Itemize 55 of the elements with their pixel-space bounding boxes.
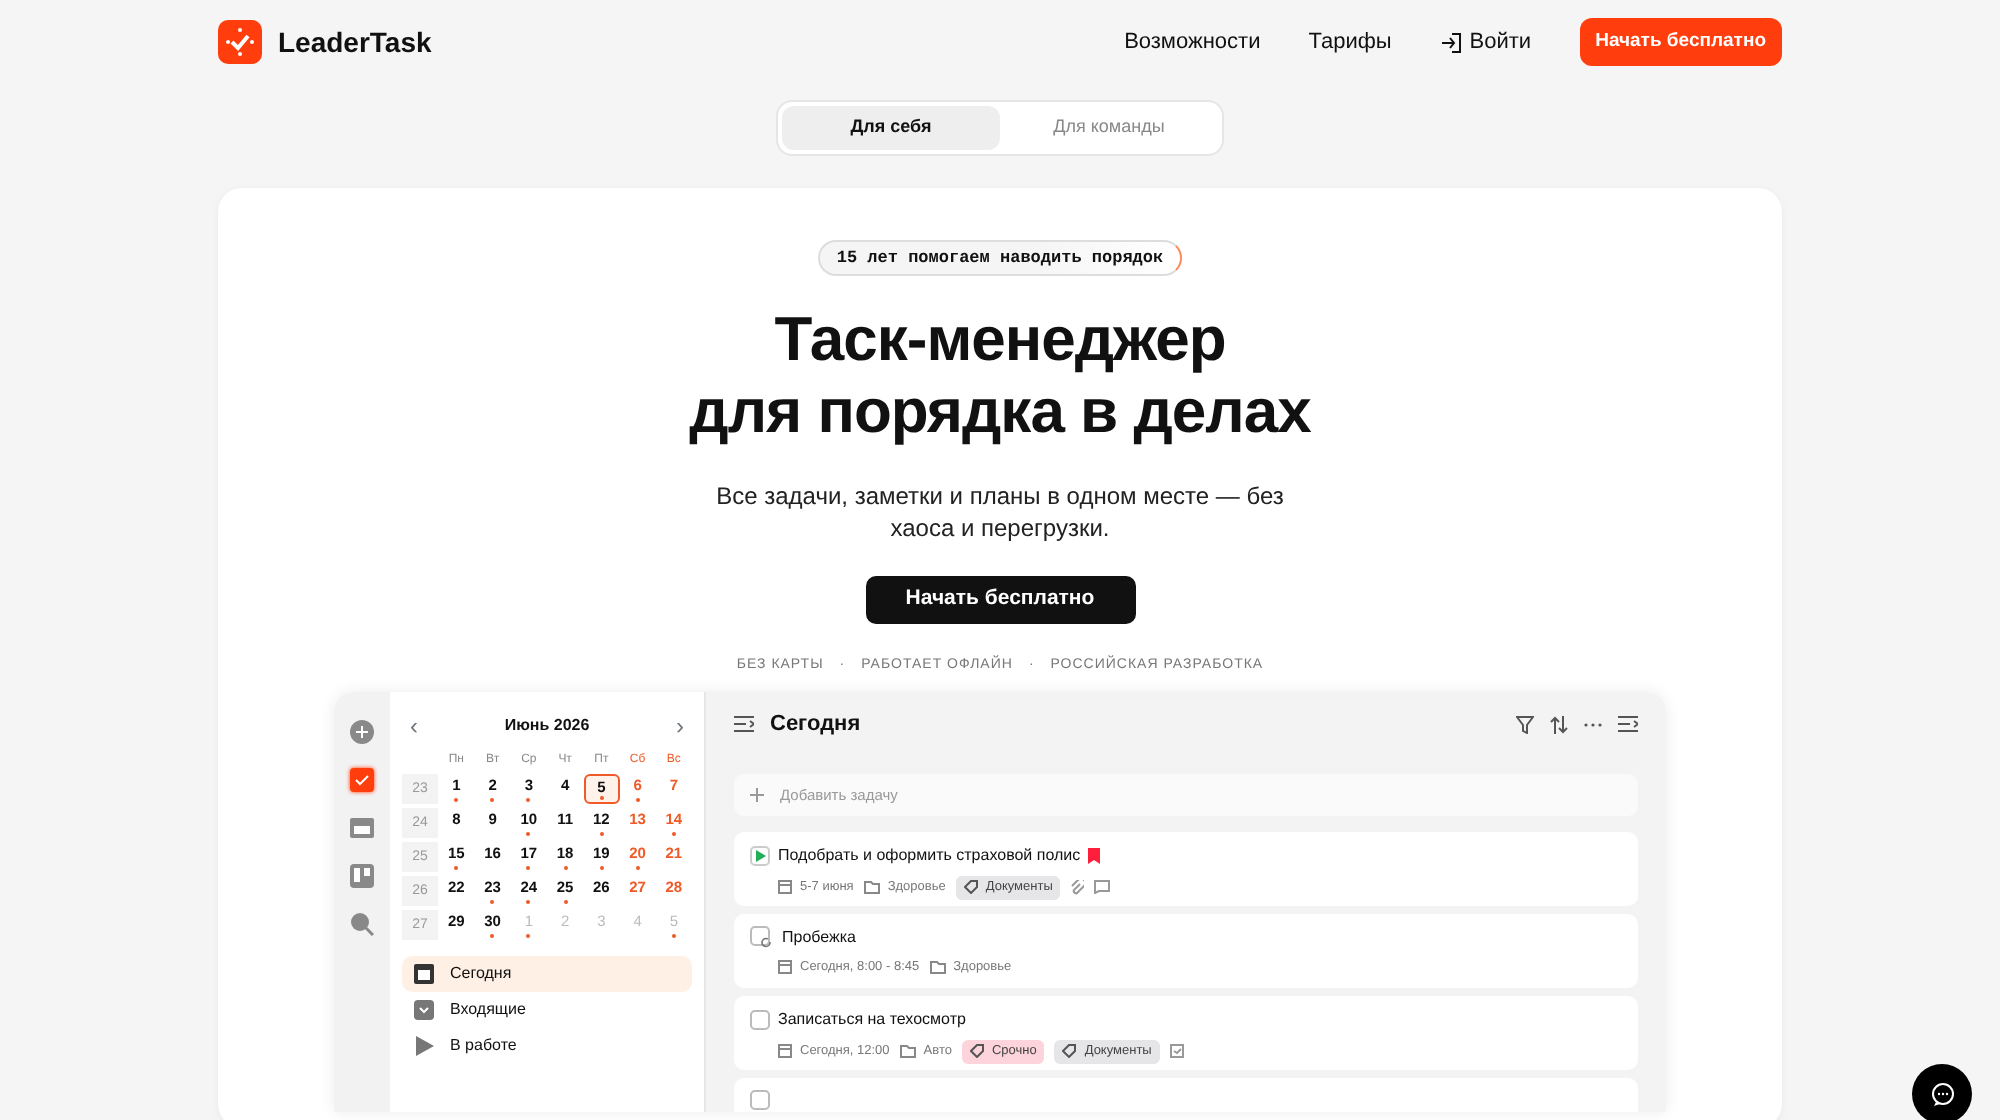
menu-item[interactable]: В работе [402,1028,692,1064]
brand-name: LeaderTask [278,23,432,61]
menu-item[interactable]: Входящие [402,992,692,1028]
logo-icon [218,20,262,64]
board-icon[interactable] [350,864,374,888]
menu-icon[interactable] [734,716,754,733]
plus-icon [750,787,764,802]
month-title: Июнь 2026 [504,714,590,738]
task-title: Подобрать и оформить страховой полис [778,843,1081,868]
start-button[interactable]: Начать бесплатно [1579,17,1782,67]
hero-title: Таск-менеджер [772,303,1228,375]
inbox-icon [414,1000,434,1020]
tag-icon [969,1044,984,1059]
start-button[interactable]: Начать бесплатно [865,575,1135,623]
nav-link[interactable]: Тарифы [1308,25,1392,59]
nav-link[interactable]: Возможности [1124,25,1261,59]
folder-icon [929,960,946,975]
checkbox-icon[interactable] [350,768,374,792]
menu-item[interactable]: Сегодня [402,956,692,992]
nav-link[interactable]: Войти [1439,25,1532,59]
subtask-icon [1169,1044,1184,1059]
prev-month-button[interactable]: ‹ [410,708,418,744]
play-icon[interactable] [750,845,770,866]
add-icon[interactable] [350,720,374,744]
repeat-checkbox-icon[interactable] [750,925,774,950]
hero-subtitle: Все задачи, заметки и планы в одном месте — без хаоса и перегрузки. [714,479,1286,543]
hero-title: для порядка в делах [689,375,1311,447]
task-title: Пробежка [782,925,856,950]
tagline-badge: 15 лет помогаем наводить порядок [818,239,1182,275]
menu-icon[interactable] [1618,716,1638,733]
tag-icon [1062,1044,1077,1059]
tag-icon [963,880,978,895]
search-icon[interactable] [350,912,374,936]
chat-icon [1929,1081,1955,1107]
list-title: Сегодня [770,710,861,740]
calendar-today-icon [414,964,434,984]
filter-icon[interactable] [1516,715,1534,734]
calendar-icon [778,1044,792,1059]
folder-icon [863,880,880,895]
comment-icon [1094,880,1111,895]
calendar-icon [778,960,792,975]
calendar-icon [778,880,792,895]
calendar-icon[interactable] [350,816,374,840]
login-icon [1439,31,1462,53]
play-icon [414,1036,434,1056]
paperclip-icon [1070,879,1085,896]
chat-button[interactable] [1912,1064,1972,1120]
audience-tab[interactable]: Для команды [1000,106,1218,149]
checkbox[interactable] [750,1009,770,1030]
task-title: Записаться на техосмотр [778,1007,966,1032]
next-month-button[interactable]: › [675,708,684,744]
sort-icon[interactable] [1550,715,1568,734]
audience-tab[interactable]: Для себя [782,106,1000,149]
folder-icon [899,1044,916,1059]
checkbox[interactable] [750,1089,770,1110]
